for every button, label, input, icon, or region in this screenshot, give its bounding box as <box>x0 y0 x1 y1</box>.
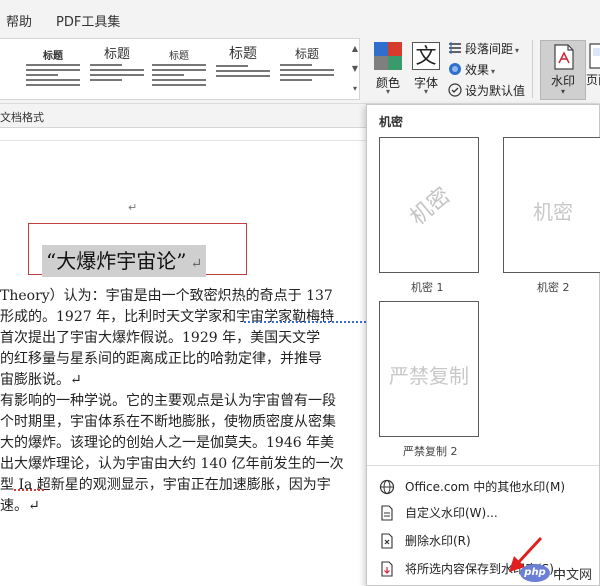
group-label-document-format: 文档格式 <box>0 111 44 124</box>
document-line[interactable]: 宙膨胀说。↵ <box>0 369 82 389</box>
chevron-down-icon: ▾ <box>560 87 565 96</box>
colors-button[interactable]: 颜色 ▾ <box>368 40 408 100</box>
remove-watermark-icon <box>381 533 393 549</box>
document-line[interactable]: 个时期里，宇宙体系在不断地膨胀，使物质密度从密集 <box>0 411 336 431</box>
style-thumb[interactable]: 标题 <box>148 43 210 97</box>
more-watermarks-office-item[interactable]: Office.com 中的其他水印(M) <box>373 475 595 499</box>
page-break <box>0 129 366 141</box>
ribbon-divider <box>532 40 533 98</box>
watermark-caption: 机密 1 <box>411 281 444 294</box>
paragraph-mark-icon: ↵ <box>128 201 138 214</box>
document-line[interactable]: 型 Ia 超新星的观测显示，宇宙正在加速膨胀，因为宇 <box>0 474 331 494</box>
tab-help[interactable]: 帮助 <box>6 11 32 30</box>
watermark-caption: 机密 2 <box>537 281 570 294</box>
style-thumb[interactable]: 标题 <box>22 43 84 97</box>
page-icon <box>381 505 393 521</box>
globe-icon <box>379 479 395 495</box>
effects-button[interactable]: 效果 ▾ <box>448 61 495 78</box>
chevron-down-icon: ▾ <box>423 87 428 96</box>
site-logo: php 中文网 <box>520 562 596 584</box>
paragraph-spacing-button[interactable]: 段落间距 ▾ <box>448 40 519 57</box>
save-selection-icon <box>381 561 393 577</box>
style-thumb[interactable]: 标题 <box>276 43 338 97</box>
document-line[interactable]: 的红移量与星系间的距离成正比的哈勃定律，并推导 <box>0 348 322 368</box>
style-gallery: 标题 标题 标题 标题 标题 ▲ ▼ ▾ <box>0 38 360 100</box>
watermark-option-confidential-2[interactable]: 机密 <box>503 137 600 273</box>
custom-watermark-item[interactable]: 自定义水印(W)... <box>373 501 595 525</box>
spelling-underline <box>14 489 44 491</box>
gallery-scroll-up-icon[interactable]: ▲ <box>350 39 360 59</box>
page-color-button[interactable]: 页面 <box>586 40 600 100</box>
watermark-option-confidential-1[interactable]: 机密 <box>379 137 479 273</box>
watermark-dropdown: 机密 机密 机密 1 机密 机密 2 严禁复制 严禁复制 2 Office.co… <box>366 104 600 586</box>
style-thumb[interactable]: 标题 <box>86 43 148 97</box>
document-line[interactable]: 首次提出了宇宙大爆炸假说。1929 年，美国天文学 <box>0 327 320 347</box>
gallery-scroll-down-icon[interactable]: ▼ <box>350 59 360 79</box>
remove-watermark-item[interactable]: 删除水印(R) <box>373 529 595 553</box>
watermark-caption: 严禁复制 2 <box>403 445 458 458</box>
menu-separator <box>367 465 599 466</box>
style-thumb[interactable]: 标题 <box>212 43 274 97</box>
colors-icon <box>374 42 402 70</box>
grammar-underline <box>244 321 366 323</box>
document-line[interactable]: 大的爆炸。该理论的创始人之一是伽莫夫。1946 年美 <box>0 432 334 452</box>
checkmark-circle-icon <box>448 83 462 97</box>
font-button[interactable]: 文 字体 ▾ <box>408 40 444 100</box>
font-icon: 文 <box>412 42 440 70</box>
tab-pdf-tools[interactable]: PDF工具集 <box>56 11 120 30</box>
gallery-expand-icon[interactable]: ▾ <box>350 79 360 99</box>
document-line[interactable]: Theory）认为：宇宙是由一个致密炽热的奇点于 137 <box>0 285 333 305</box>
chevron-down-icon: ▾ <box>385 87 390 96</box>
ribbon: 标题 标题 标题 标题 标题 ▲ ▼ ▾ 颜色 ▾ 文 字体 ▾ 段落间距 ▾ … <box>0 36 600 104</box>
set-as-default-button[interactable]: 设为默认值 <box>448 82 525 99</box>
gallery-section-header: 机密 <box>379 115 404 129</box>
watermark-button[interactable]: 水印 ▾ <box>540 40 586 100</box>
document-line[interactable]: 速。↵ <box>0 495 40 515</box>
document-title[interactable]: “大爆炸宇宙论” ↵ <box>42 245 207 277</box>
watermark-option-do-not-copy-2[interactable]: 严禁复制 <box>379 301 479 437</box>
menu-bar: 帮助 PDF工具集 <box>0 0 600 36</box>
paragraph-spacing-icon <box>449 42 461 54</box>
page-color-icon <box>589 43 600 69</box>
watermark-icon <box>554 44 574 70</box>
effects-icon <box>449 63 461 75</box>
document-line[interactable]: 形成的。1927 年，比利时天文学家和宇宙学家勒梅特 <box>0 306 334 326</box>
document-line[interactable]: 出大爆炸理论，认为宇宙由大约 140 亿年前发生的一次 <box>0 453 344 473</box>
document-line[interactable]: 有影响的一种学说。它的主要观点是认为宇宙曾有一段 <box>0 390 336 410</box>
